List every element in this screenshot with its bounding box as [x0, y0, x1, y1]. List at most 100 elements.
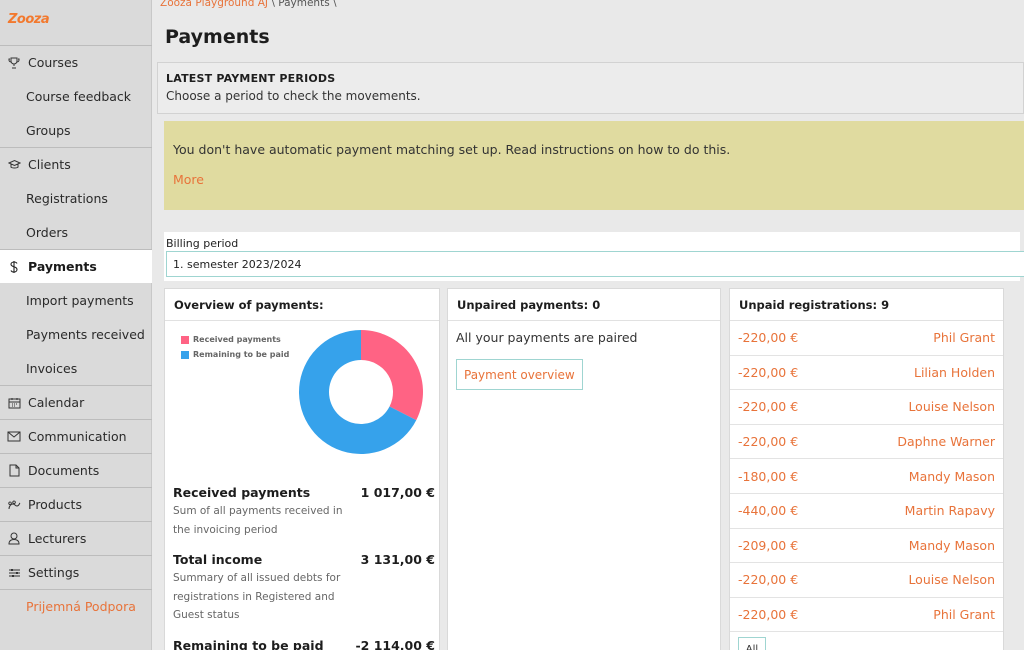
sidebar-item-label: Invoices [26, 360, 78, 376]
sidebar-item-label: Import payments [26, 292, 134, 308]
unpaid-amount: -220,00 € [738, 330, 799, 346]
unpaid-amount: -209,00 € [738, 537, 799, 553]
remaining-summary: Remaining to be paid -2 114,00 € [173, 638, 435, 650]
list-item[interactable]: -220,00 € Louise Nelson [730, 563, 1003, 598]
sidebar-item-import-payments[interactable]: Import payments [0, 283, 152, 317]
payment-periods-box: LATEST PAYMENT PERIODS Choose a period t… [157, 62, 1024, 114]
billing-period-select[interactable]: 1. semester 2023/2024 [166, 251, 1024, 277]
sidebar-item-settings[interactable]: Settings [0, 555, 152, 589]
billing-period-section: Billing period 1. semester 2023/2024 [164, 232, 1024, 281]
page-title: Payments [165, 26, 270, 48]
list-item[interactable]: -220,00 € Louise Nelson [730, 390, 1003, 425]
unpaid-amount: -440,00 € [738, 503, 799, 519]
sidebar-item-courses[interactable]: Courses [0, 45, 152, 79]
unpaid-client-name[interactable]: Daphne Warner [897, 434, 995, 449]
list-item[interactable]: -220,00 € Lilian Holden [730, 356, 1003, 391]
unpaid-amount: -220,00 € [738, 607, 799, 623]
unpaid-title: Unpaid registrations: 9 [730, 289, 1003, 321]
sidebar-item-payments-received[interactable]: Payments received [0, 317, 152, 351]
sidebar-item-label: Lecturers [28, 531, 87, 546]
sidebar-item-label: Course feedback [26, 88, 132, 104]
sidebar-item-label: Calendar [28, 395, 85, 410]
unpaid-client-name[interactable]: Lilian Holden [914, 365, 995, 380]
unpaid-client-name[interactable]: Phil Grant [933, 330, 995, 345]
euro-icon [6, 259, 22, 275]
unpaid-client-name[interactable]: Mandy Mason [909, 469, 995, 484]
remaining-amount: -2 114,00 € [355, 638, 435, 650]
all-unpaid-button[interactable]: All [738, 637, 766, 650]
sidebar-item-label: Groups [26, 122, 71, 138]
legend-label-received: Received payments [193, 335, 281, 344]
received-summary: Received payments 1 017,00 € Sum of all … [173, 485, 435, 539]
sidebar-item-documents[interactable]: Documents [0, 453, 152, 487]
legend-received[interactable]: Received payments [181, 335, 289, 344]
notice-text: You don't have automatic payment matchin… [173, 142, 731, 157]
breadcrumb: Zooza Playground AJ \ Payments \ [160, 0, 337, 9]
zooza-logo[interactable]: Zooza [8, 8, 52, 27]
sidebar-item-groups[interactable]: Groups [0, 113, 152, 147]
sidebar-item-label: Payments received [26, 326, 145, 342]
legend-swatch-remaining [181, 350, 189, 359]
calendar-icon [6, 395, 22, 411]
sidebar-item-payments[interactable]: Payments [0, 249, 152, 283]
notice-more-link[interactable]: More [173, 172, 204, 187]
sidebar-item-invoices[interactable]: Invoices [0, 351, 152, 385]
received-amount: 1 017,00 € [360, 485, 435, 500]
periods-heading: LATEST PAYMENT PERIODS [166, 72, 336, 85]
legend-remaining[interactable]: Remaining to be paid [181, 350, 289, 359]
unpaid-client-name[interactable]: Phil Grant [933, 607, 995, 622]
sidebar: Zooza Courses Course feedback Groups Cli… [0, 0, 152, 650]
user-icon [6, 531, 22, 547]
trophy-icon [6, 55, 22, 71]
sidebar-item-lecturers[interactable]: Lecturers [0, 521, 152, 555]
unpaid-amount: -180,00 € [738, 468, 799, 484]
sidebar-item-communication[interactable]: Communication [0, 419, 152, 453]
sidebar-nav: Courses Course feedback Groups Clients R… [0, 45, 152, 623]
unpaid-client-name[interactable]: Louise Nelson [908, 399, 995, 414]
sidebar-item-products[interactable]: Products [0, 487, 152, 521]
list-item[interactable]: -220,00 € Phil Grant [730, 321, 1003, 356]
breadcrumb-separator: \ [333, 0, 337, 9]
unpaid-amount: -220,00 € [738, 572, 799, 588]
legend-label-remaining: Remaining to be paid [193, 350, 290, 359]
unpaid-client-name[interactable]: Louise Nelson [908, 572, 995, 587]
sidebar-item-registrations[interactable]: Registrations [0, 181, 152, 215]
logo-text: Zooza [8, 12, 50, 27]
payment-matching-notice: You don't have automatic payment matchin… [164, 121, 1024, 210]
sidebar-item-clients[interactable]: Clients [0, 147, 152, 181]
breadcrumb-org[interactable]: Zooza Playground AJ [160, 0, 268, 9]
list-item[interactable]: -220,00 € Daphne Warner [730, 425, 1003, 460]
sidebar-item-support[interactable]: Prijemná Podpora [0, 589, 152, 623]
unpaired-status-text: All your payments are paired [456, 330, 638, 345]
sidebar-item-calendar[interactable]: Calendar [0, 385, 152, 419]
income-description: Summary of all issued debts for registra… [173, 572, 341, 621]
sidebar-item-label: Courses [28, 55, 79, 70]
list-item[interactable]: -220,00 € Phil Grant [730, 598, 1003, 633]
unpaid-amount: -220,00 € [738, 434, 799, 450]
payment-overview-button[interactable]: Payment overview [456, 359, 583, 390]
unpaid-amount: -220,00 € [738, 364, 799, 380]
list-item[interactable]: -180,00 € Mandy Mason [730, 459, 1003, 494]
list-item[interactable]: -209,00 € Mandy Mason [730, 529, 1003, 564]
sidebar-item-label: Documents [28, 463, 100, 478]
sidebar-item-orders[interactable]: Orders [0, 215, 152, 249]
unpaid-client-name[interactable]: Martin Rapavy [905, 503, 995, 518]
income-summary: Total income 3 131,00 € Summary of all i… [173, 552, 435, 625]
billing-period-label: Billing period [166, 237, 239, 250]
settings-icon [6, 565, 22, 581]
unpaid-list: -220,00 € Phil Grant -220,00 € Lilian Hold… [730, 321, 1003, 633]
payments-donut-chart [299, 330, 423, 454]
chart-legend: Received payments Remaining to be paid [181, 335, 289, 365]
sidebar-item-course-feedback[interactable]: Course feedback [0, 79, 152, 113]
unpaid-client-name[interactable]: Mandy Mason [909, 538, 995, 553]
legend-swatch-received [181, 335, 189, 344]
overview-title: Overview of payments: [165, 289, 439, 321]
unpaid-panel: Unpaid registrations: 9 -220,00 € Phil Gr… [729, 288, 1004, 650]
breadcrumb-separator: \ [271, 0, 275, 9]
envelope-icon [6, 429, 22, 445]
breadcrumb-page: Payments [278, 0, 330, 9]
donut-slice-received[interactable] [361, 330, 423, 421]
list-item[interactable]: -440,00 € Martin Rapavy [730, 494, 1003, 529]
overview-panel: Overview of payments: Received payments … [164, 288, 440, 650]
sidebar-item-label: Prijemná Podpora [26, 599, 136, 614]
